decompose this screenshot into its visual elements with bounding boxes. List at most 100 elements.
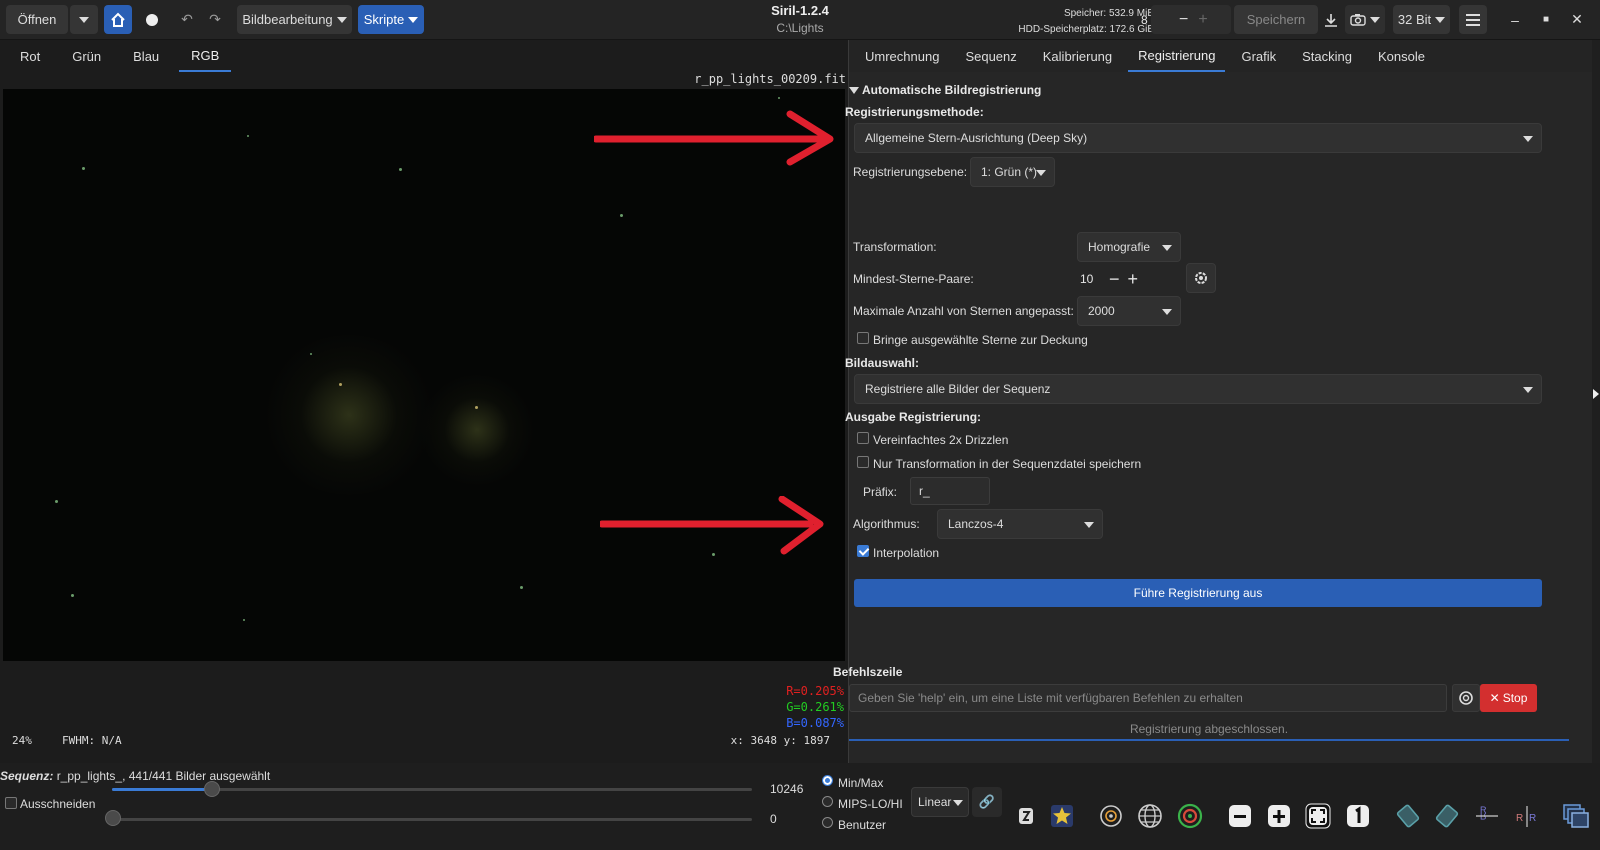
- minmax-radio[interactable]: [822, 775, 833, 786]
- save-button[interactable]: Speichern: [1234, 5, 1318, 34]
- blue-value: B=0.087%: [786, 716, 844, 730]
- crop-checkbox[interactable]: [5, 797, 17, 809]
- link-channels-button[interactable]: 🔗: [972, 787, 1002, 817]
- command-input[interactable]: Geben Sie 'help' ein, um eine Liste mit …: [849, 684, 1447, 712]
- image-selection-select[interactable]: Registriere alle Bilder der Sequenz: [854, 374, 1542, 404]
- open-button[interactable]: Öffnen: [6, 5, 68, 34]
- minmax-label: Min/Max: [838, 776, 884, 790]
- plus-icon[interactable]: +: [1128, 269, 1139, 290]
- zoom-fit-button[interactable]: [1304, 802, 1332, 830]
- command-help-button[interactable]: [1452, 684, 1480, 712]
- chevron-right-icon[interactable]: [1593, 389, 1599, 399]
- image-canvas[interactable]: [3, 89, 845, 661]
- tab-green[interactable]: Grün: [60, 40, 113, 72]
- minus-icon[interactable]: −: [1109, 269, 1120, 290]
- star: [243, 619, 245, 621]
- image-info-button[interactable]: [1562, 802, 1590, 830]
- drizzle-checkbox[interactable]: [857, 432, 869, 444]
- sequence-text: r_pp_lights_, 441/441 Bilder ausgewählt: [56, 769, 271, 783]
- download-icon: [1325, 13, 1337, 27]
- max-stars-select[interactable]: 2000: [1077, 296, 1181, 326]
- display-mode-select[interactable]: Linear: [911, 787, 969, 817]
- min-pairs-spinner[interactable]: 10 − +: [1077, 264, 1147, 294]
- zoom-one-button[interactable]: [1344, 802, 1372, 830]
- tab-red[interactable]: Rot: [8, 40, 52, 72]
- rotate-right-icon: [1435, 804, 1459, 828]
- snapshot-button[interactable]: [1345, 5, 1385, 34]
- transformation-select[interactable]: Homografie: [1077, 232, 1181, 262]
- transform-only-checkbox[interactable]: [857, 456, 869, 468]
- user-radio[interactable]: [822, 817, 833, 828]
- min-pairs-value[interactable]: 10: [1077, 272, 1109, 286]
- tab-stacking[interactable]: Stacking: [1292, 40, 1362, 72]
- registration-method-select[interactable]: Allgemeine Stern-Ausrichtung (Deep Sky): [854, 123, 1542, 153]
- image-filename: r_pp_lights_00209.fit: [694, 72, 846, 86]
- chevron-down-icon: [1523, 136, 1533, 142]
- tab-sequence[interactable]: Sequenz: [955, 40, 1026, 72]
- registration-layer-select[interactable]: 1: Grün (*): [970, 157, 1055, 187]
- panel-scrollbar[interactable]: [1592, 40, 1600, 763]
- resource-info: Speicher: 532.9 MiB HDD-Speicherplatz: 1…: [1018, 6, 1154, 38]
- platesolve-button[interactable]: [1136, 802, 1164, 830]
- tab-registration[interactable]: Registrierung: [1128, 40, 1226, 72]
- star-finder-button[interactable]: [1048, 802, 1076, 830]
- memory-usage: Speicher: 532.9 MiB: [1063, 8, 1154, 19]
- min-slider-value[interactable]: 0: [770, 812, 777, 826]
- minimize-button[interactable]: –: [1500, 5, 1530, 34]
- plus-icon[interactable]: +: [1198, 11, 1207, 29]
- min-slider-knob[interactable]: [105, 810, 121, 826]
- scripts-menu[interactable]: Skripte: [358, 5, 424, 34]
- mirror-y-button[interactable]: RR: [1513, 802, 1541, 830]
- stop-button[interactable]: ✕ Stop: [1480, 684, 1537, 712]
- maximize-icon: ■: [1542, 14, 1550, 25]
- bitdepth-menu[interactable]: 32 Bit: [1393, 5, 1450, 34]
- redo-button[interactable]: ↷: [202, 5, 228, 34]
- image-processing-menu[interactable]: Bildbearbeitung: [237, 5, 352, 34]
- annotate-button[interactable]: [1176, 802, 1204, 830]
- tab-calibration[interactable]: Kalibrierung: [1033, 40, 1122, 72]
- tab-blue[interactable]: Blau: [121, 40, 171, 72]
- rotate-right-button[interactable]: [1433, 802, 1461, 830]
- minimize-icon: –: [1511, 11, 1519, 28]
- min-slider-track[interactable]: [112, 818, 752, 821]
- mips-radio[interactable]: [822, 796, 833, 807]
- autostretch-button[interactable]: [1012, 802, 1040, 830]
- maximize-button[interactable]: ■: [1531, 5, 1561, 34]
- annotation-arrow: [600, 496, 824, 555]
- stacked-images-icon: [1563, 804, 1589, 828]
- prefix-input[interactable]: r_: [910, 477, 990, 505]
- photometry-button[interactable]: [1097, 802, 1125, 830]
- max-slider-value[interactable]: 10246: [770, 782, 803, 796]
- interpolation-algorithm-select[interactable]: Lanczos-4: [937, 509, 1103, 539]
- minus-icon[interactable]: −: [1179, 11, 1188, 29]
- open-recent-dropdown[interactable]: [70, 5, 98, 34]
- threads-spinner[interactable]: 8 − +: [1141, 5, 1231, 34]
- camera-icon: [1350, 14, 1366, 26]
- rotate-left-button[interactable]: [1394, 802, 1422, 830]
- main-menu-button[interactable]: [1459, 5, 1487, 34]
- zoom-out-button[interactable]: [1226, 802, 1254, 830]
- threads-value[interactable]: 8: [1141, 13, 1171, 27]
- home-button[interactable]: [104, 5, 132, 34]
- red-value: R=0.205%: [786, 684, 844, 698]
- match-selection-checkbox[interactable]: [857, 332, 869, 344]
- undo-icon: ↶: [181, 11, 193, 27]
- save-as-button[interactable]: [1317, 5, 1345, 34]
- chevron-down-icon: [1370, 16, 1380, 23]
- mirror-x-button[interactable]: RR: [1473, 802, 1501, 830]
- section-expander[interactable]: Automatische Bildregistrierung: [849, 83, 1041, 97]
- run-registration-button[interactable]: Führe Registrierung aus: [854, 579, 1542, 607]
- tab-rgb[interactable]: RGB: [179, 40, 232, 72]
- interpolation-checkbox[interactable]: [857, 545, 869, 557]
- tab-console[interactable]: Konsole: [1368, 40, 1435, 72]
- livestack-button[interactable]: [138, 5, 166, 34]
- zoom-in-button[interactable]: [1265, 802, 1293, 830]
- close-button[interactable]: ✕: [1562, 5, 1592, 34]
- nebula-glow: [417, 375, 537, 485]
- undo-button[interactable]: ↶: [174, 5, 200, 34]
- tab-conversion[interactable]: Umrechnung: [855, 40, 949, 72]
- max-slider-knob[interactable]: [204, 781, 220, 797]
- hamburger-icon: [1466, 13, 1480, 26]
- star-detection-settings-button[interactable]: [1186, 263, 1216, 293]
- tab-plot[interactable]: Grafik: [1231, 40, 1286, 72]
